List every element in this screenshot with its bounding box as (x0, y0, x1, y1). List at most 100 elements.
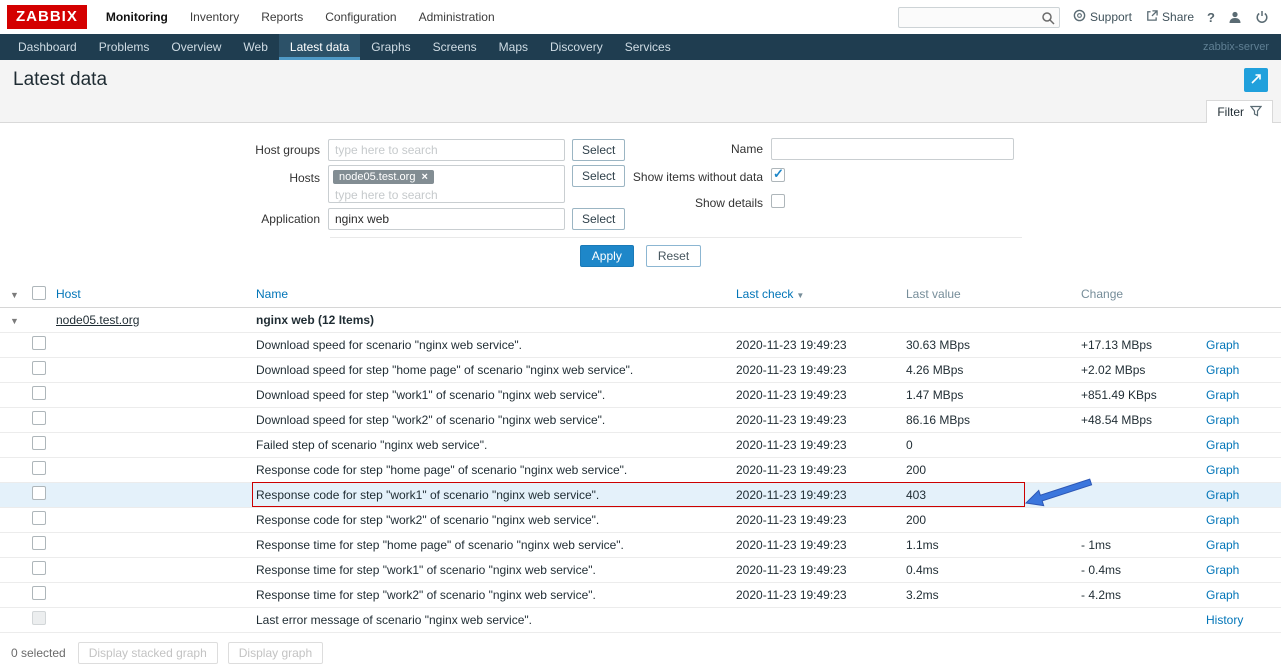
table-header-row: ▼ Host Name Last check▼ Last value Chang… (0, 282, 1281, 307)
item-change: - 4.2ms (1079, 582, 1204, 607)
latest-data-table-wrap: ▼ Host Name Last check▼ Last value Chang… (0, 282, 1281, 633)
table-row: Failed step of scenario "nginx web servi… (0, 432, 1281, 457)
table-row: Download speed for step "work1" of scena… (0, 382, 1281, 407)
user-profile-icon[interactable] (1228, 10, 1242, 24)
hosts-multiselect[interactable]: node05.test.org × type here to search (328, 165, 565, 203)
main-nav-item-configuration[interactable]: Configuration (314, 0, 407, 34)
support-link[interactable]: Support (1073, 9, 1132, 25)
filter-strip: Filter (0, 100, 1281, 123)
item-action-link[interactable]: Graph (1206, 413, 1239, 427)
table-row: Response time for step "work2" of scenar… (0, 582, 1281, 607)
filter-tab[interactable]: Filter (1206, 100, 1273, 124)
subnav-item-graphs[interactable]: Graphs (360, 34, 421, 60)
show-items-without-data-checkbox[interactable] (771, 168, 785, 182)
show-details-checkbox[interactable] (771, 194, 785, 208)
item-last-value (904, 607, 1079, 632)
subnav-item-screens[interactable]: Screens (422, 34, 488, 60)
display-stacked-graph-button[interactable]: Display stacked graph (78, 642, 218, 664)
row-checkbox[interactable] (32, 461, 46, 475)
row-checkbox[interactable] (32, 336, 46, 350)
item-change (1079, 482, 1204, 507)
item-action-link[interactable]: Graph (1206, 388, 1239, 402)
main-nav-item-inventory[interactable]: Inventory (179, 0, 250, 34)
item-last-value: 403 (904, 482, 1079, 507)
sub-nav-bar: DashboardProblemsOverviewWebLatest dataG… (0, 34, 1281, 60)
host-groups-input[interactable] (328, 139, 565, 161)
search-icon[interactable] (1041, 11, 1055, 28)
host-link[interactable]: node05.test.org (56, 313, 139, 327)
apply-button[interactable]: Apply (580, 245, 634, 267)
column-header-name[interactable]: Name (254, 282, 734, 307)
hosts-label: Hosts (170, 171, 320, 185)
item-last-check: 2020-11-23 19:49:23 (734, 432, 904, 457)
global-search-input[interactable] (898, 7, 1060, 28)
application-input[interactable] (328, 208, 565, 230)
row-checkbox[interactable] (32, 436, 46, 450)
item-last-check: 2020-11-23 19:49:23 (734, 382, 904, 407)
collapse-all-icon[interactable]: ▼ (2, 290, 19, 300)
reset-button[interactable]: Reset (646, 245, 701, 267)
subnav-item-discovery[interactable]: Discovery (539, 34, 614, 60)
row-checkbox[interactable] (32, 386, 46, 400)
row-checkbox[interactable] (32, 586, 46, 600)
item-action-link[interactable]: Graph (1206, 563, 1239, 577)
filter-divider (330, 237, 1022, 238)
name-input[interactable] (771, 138, 1014, 160)
share-link[interactable]: Share (1145, 9, 1194, 25)
group-collapse-icon[interactable]: ▼ (2, 316, 19, 326)
help-button[interactable]: ? (1207, 10, 1215, 25)
table-row: Response time for step "work1" of scenar… (0, 557, 1281, 582)
item-last-value: 3.2ms (904, 582, 1079, 607)
item-last-value: 1.47 MBps (904, 382, 1079, 407)
subnav-item-latest-data[interactable]: Latest data (279, 34, 360, 60)
support-icon (1073, 9, 1086, 25)
row-checkbox[interactable] (32, 511, 46, 525)
top-bar: ZABBIX MonitoringInventoryReportsConfigu… (0, 0, 1281, 34)
main-nav-item-reports[interactable]: Reports (250, 0, 314, 34)
item-action-link[interactable]: Graph (1206, 538, 1239, 552)
display-graph-button[interactable]: Display graph (228, 642, 323, 664)
column-header-last-value: Last value (904, 282, 1079, 307)
item-name: Download speed for scenario "nginx web s… (254, 332, 734, 357)
row-checkbox[interactable] (32, 561, 46, 575)
item-action-link[interactable]: History (1206, 613, 1243, 627)
main-nav-item-monitoring[interactable]: Monitoring (95, 0, 179, 34)
subnav-item-problems[interactable]: Problems (88, 34, 161, 60)
filter-funnel-icon (1250, 105, 1262, 120)
application-select-button[interactable]: Select (572, 208, 625, 230)
chip-remove-icon[interactable]: × (421, 171, 427, 183)
item-action-link[interactable]: Graph (1206, 338, 1239, 352)
kiosk-mode-button[interactable] (1244, 68, 1268, 92)
column-header-host[interactable]: Host (54, 282, 254, 307)
row-checkbox[interactable] (32, 536, 46, 550)
subnav-item-maps[interactable]: Maps (488, 34, 539, 60)
select-all-checkbox[interactable] (32, 286, 46, 300)
item-change (1079, 607, 1204, 632)
column-header-last-check[interactable]: Last check (736, 287, 793, 301)
table-row: Response code for step "work1" of scenar… (0, 482, 1281, 507)
row-checkbox[interactable] (32, 486, 46, 500)
item-last-check: 2020-11-23 19:49:23 (734, 482, 904, 507)
subnav-item-services[interactable]: Services (614, 34, 682, 60)
item-action-link[interactable]: Graph (1206, 463, 1239, 477)
item-action-link[interactable]: Graph (1206, 438, 1239, 452)
item-last-check: 2020-11-23 19:49:23 (734, 507, 904, 532)
zabbix-logo[interactable]: ZABBIX (7, 5, 87, 29)
row-checkbox[interactable] (32, 361, 46, 375)
application-label: Application (170, 212, 320, 226)
item-action-link[interactable]: Graph (1206, 363, 1239, 377)
item-action-link[interactable]: Graph (1206, 513, 1239, 527)
item-action-link[interactable]: Graph (1206, 488, 1239, 502)
subnav-item-overview[interactable]: Overview (160, 34, 232, 60)
logout-power-icon[interactable] (1255, 10, 1269, 24)
item-name: Response time for step "home page" of sc… (254, 532, 734, 557)
row-checkbox[interactable] (32, 411, 46, 425)
subnav-item-web[interactable]: Web (232, 34, 278, 60)
main-nav-item-administration[interactable]: Administration (408, 0, 506, 34)
subnav-item-dashboard[interactable]: Dashboard (7, 34, 88, 60)
item-action-link[interactable]: Graph (1206, 588, 1239, 602)
top-bar-right: Support Share ? (898, 7, 1269, 28)
row-checkbox[interactable] (32, 611, 46, 625)
item-name: Download speed for step "work2" of scena… (254, 407, 734, 432)
item-last-check: 2020-11-23 19:49:23 (734, 532, 904, 557)
